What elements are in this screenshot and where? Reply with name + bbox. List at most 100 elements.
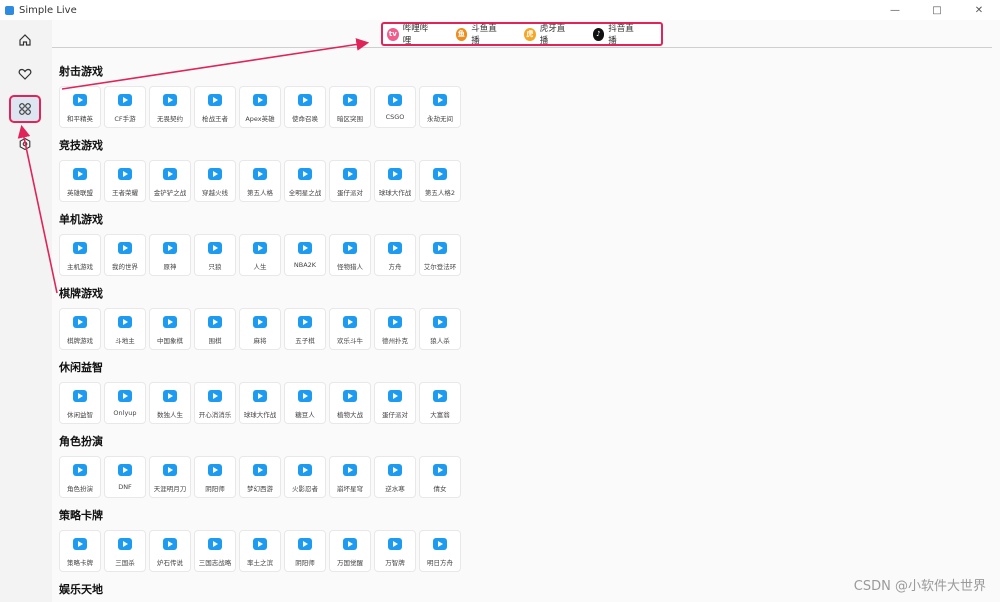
- section-title: 棋牌游戏: [59, 287, 103, 300]
- category-label: 原神: [163, 263, 177, 271]
- play-icon: [433, 168, 447, 180]
- tab-huya[interactable]: 虎 虎牙直播: [524, 22, 571, 46]
- category-card[interactable]: 蛋仔派对: [329, 160, 371, 202]
- tab-label: 虎牙直播: [539, 24, 566, 46]
- tab-bilibili[interactable]: tv 哔哩哔哩: [387, 22, 434, 46]
- category-label: 大富翁: [430, 411, 450, 419]
- category-card[interactable]: 阴阳师: [284, 530, 326, 572]
- category-card[interactable]: 人生: [239, 234, 281, 276]
- category-card[interactable]: 植物大战: [329, 382, 371, 424]
- category-card[interactable]: 球球大作战: [239, 382, 281, 424]
- maximize-button[interactable]: □: [916, 0, 958, 20]
- category-card[interactable]: 五子棋: [284, 308, 326, 350]
- category-card[interactable]: 开心消消乐: [194, 382, 236, 424]
- category-card[interactable]: 崩坏星穹: [329, 456, 371, 498]
- category-card[interactable]: 斗地主: [104, 308, 146, 350]
- category-card[interactable]: 明日方舟: [419, 530, 461, 572]
- category-label: 植物大战: [337, 411, 363, 419]
- play-icon: [298, 94, 312, 106]
- play-icon: [163, 390, 177, 402]
- play-icon: [118, 464, 132, 476]
- sidebar: [0, 20, 52, 602]
- category-card[interactable]: 王者荣耀: [104, 160, 146, 202]
- huya-icon: 虎: [524, 27, 536, 41]
- category-card[interactable]: 万国觉醒: [329, 530, 371, 572]
- category-card[interactable]: 球球大作战: [374, 160, 416, 202]
- category-label: 我的世界: [112, 263, 138, 271]
- category-card[interactable]: 棋牌游戏: [59, 308, 101, 350]
- category-card[interactable]: 中国象棋: [149, 308, 191, 350]
- category-card[interactable]: 大富翁: [419, 382, 461, 424]
- category-label: 火影忍者: [292, 485, 318, 493]
- category-card[interactable]: 怪物猎人: [329, 234, 371, 276]
- minimize-button[interactable]: —: [874, 0, 916, 20]
- category-card[interactable]: 只狼: [194, 234, 236, 276]
- category-card[interactable]: 梦幻西游: [239, 456, 281, 498]
- category-card[interactable]: 糖豆人: [284, 382, 326, 424]
- close-button[interactable]: ✕: [958, 0, 1000, 20]
- category-card[interactable]: 逆水寒: [374, 456, 416, 498]
- category-card[interactable]: 第五人格: [239, 160, 281, 202]
- category-card[interactable]: 率土之滨: [239, 530, 281, 572]
- category-card[interactable]: 麻将: [239, 308, 281, 350]
- category-card[interactable]: CF手游: [104, 86, 146, 128]
- category-card[interactable]: 第五人格2: [419, 160, 461, 202]
- category-card[interactable]: Apex英雄: [239, 86, 281, 128]
- category-card[interactable]: 阴阳师: [194, 456, 236, 498]
- category-card[interactable]: 数独人生: [149, 382, 191, 424]
- category-card[interactable]: 蛋仔派对: [374, 382, 416, 424]
- category-card[interactable]: 三国志战略: [194, 530, 236, 572]
- category-card[interactable]: 休闲益智: [59, 382, 101, 424]
- category-card[interactable]: 倩女: [419, 456, 461, 498]
- category-card[interactable]: 枪战王者: [194, 86, 236, 128]
- category-card[interactable]: 主机游戏: [59, 234, 101, 276]
- play-icon: [433, 242, 447, 254]
- category-card[interactable]: 永劫无间: [419, 86, 461, 128]
- play-icon: [388, 316, 402, 328]
- category-card[interactable]: 方舟: [374, 234, 416, 276]
- play-icon: [388, 464, 402, 476]
- category-card[interactable]: 使命召唤: [284, 86, 326, 128]
- sidebar-item-category[interactable]: [9, 95, 41, 123]
- play-icon: [343, 316, 357, 328]
- sidebar-item-settings[interactable]: [9, 130, 41, 158]
- tab-douyin[interactable]: ♪ 抖音直播: [592, 22, 640, 46]
- category-label: 人生: [253, 263, 267, 271]
- category-card[interactable]: 和平精英: [59, 86, 101, 128]
- category-card[interactable]: 穿越火线: [194, 160, 236, 202]
- category-card[interactable]: 欢乐斗牛: [329, 308, 371, 350]
- category-card[interactable]: CSGO: [374, 86, 416, 128]
- category-label: 崩坏星穹: [337, 485, 363, 493]
- category-card[interactable]: 火影忍者: [284, 456, 326, 498]
- category-card[interactable]: 艾尔登法环: [419, 234, 461, 276]
- category-card[interactable]: 英雄联盟: [59, 160, 101, 202]
- category-card[interactable]: Onlyup: [104, 382, 146, 424]
- category-grid: 英雄联盟 王者荣耀 金铲铲之战 穿越火线 第五人格 全明星之战 蛋仔派对 球球大作战 第五人格2: [59, 160, 464, 202]
- category-label: NBA2K: [293, 261, 317, 269]
- category-card[interactable]: 炉石传说: [149, 530, 191, 572]
- heart-icon: [18, 68, 32, 80]
- category-card[interactable]: 原神: [149, 234, 191, 276]
- category-card[interactable]: 策略卡牌: [59, 530, 101, 572]
- category-card[interactable]: 角色扮演: [59, 456, 101, 498]
- category-card[interactable]: 万智牌: [374, 530, 416, 572]
- category-card[interactable]: 狼人杀: [419, 308, 461, 350]
- play-icon: [388, 168, 402, 180]
- category-card[interactable]: 无畏契约: [149, 86, 191, 128]
- category-card[interactable]: 围棋: [194, 308, 236, 350]
- category-card[interactable]: 暗区突围: [329, 86, 371, 128]
- sidebar-item-favorite[interactable]: [9, 60, 41, 88]
- category-card[interactable]: 全明星之战: [284, 160, 326, 202]
- category-card[interactable]: 我的世界: [104, 234, 146, 276]
- category-card[interactable]: NBA2K: [284, 234, 326, 276]
- play-icon: [298, 242, 312, 254]
- category-card[interactable]: DNF: [104, 456, 146, 498]
- play-icon: [73, 316, 87, 328]
- category-label: 第五人格2: [424, 189, 456, 197]
- sidebar-item-home[interactable]: [9, 26, 41, 54]
- category-card[interactable]: 德州扑克: [374, 308, 416, 350]
- category-card[interactable]: 天涯明月刀: [149, 456, 191, 498]
- tab-douyu[interactable]: 鱼 斗鱼直播: [455, 22, 503, 46]
- category-card[interactable]: 金铲铲之战: [149, 160, 191, 202]
- category-card[interactable]: 三国杀: [104, 530, 146, 572]
